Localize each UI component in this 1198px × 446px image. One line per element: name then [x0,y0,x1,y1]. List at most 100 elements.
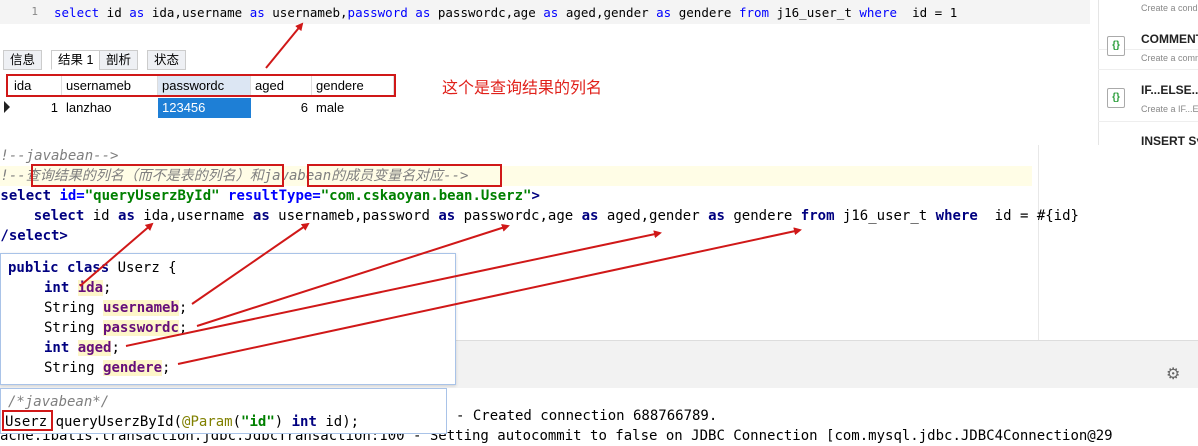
type: String [44,300,95,316]
semi: ; [178,320,188,336]
jk: where [935,208,978,224]
sql-frag: j16_user_t [769,5,860,20]
type: String [44,320,95,336]
code-line-select-sql: select id as ida,username as usernameb,p… [0,206,1079,226]
type: String [44,360,95,376]
annotation: @Param [182,414,233,430]
field-usernameb: String usernameb; [44,298,187,318]
cell-usernameb[interactable]: lanzhao [62,98,158,118]
cm: <!-- [0,168,26,184]
frag: ( [232,414,242,430]
attr: resultType= [219,188,321,204]
frag: id); [316,414,360,430]
cell-passwordc[interactable]: 123456 [158,98,251,118]
sql-editor[interactable]: 1 select id as ida,username as usernameb… [0,0,1090,46]
jk: int [291,414,317,430]
frag: ) [274,414,292,430]
jk: as [252,208,270,224]
snippet-sub: Create a IF...ELSE [1141,104,1198,114]
jk: select [0,208,85,224]
sql-frag: aged,gender [558,5,657,20]
jk: as [708,208,725,224]
sql-frag: gendere [671,5,739,20]
sql-frag: usernameb, [264,5,348,20]
editor-margin-line [1038,145,1039,340]
semi: ; [111,340,120,356]
frag: id = #{id} [977,208,1079,224]
cell-gendere[interactable]: male [312,98,394,118]
jk: class [67,260,110,276]
tab-info[interactable]: 信息 [3,50,43,70]
code-line-select-close: </select> [0,228,68,244]
code-line-select-open: <select id="queryUserzById" resultType="… [0,186,540,206]
field-gendere: String gendere; [44,358,170,378]
gear-icon[interactable]: ⚙ [1166,364,1180,384]
result-columns-highlight-box [31,164,284,187]
kw: as [415,5,431,20]
field-aged: int aged; [44,338,120,358]
snippet-title: IF...ELSE... [1141,83,1198,97]
frag: gendere [724,208,801,224]
jk: as [438,208,456,224]
tab-status[interactable]: 状态 [147,50,187,70]
kw: from [738,5,770,20]
str: "com.cskaoyan.bean.Userz" [320,188,532,204]
sql-frag: ida,username [144,5,250,20]
tab-profile[interactable]: 剖析 [99,50,139,70]
jk: public [8,260,59,276]
frag: id [84,208,119,224]
frag: j16_user_t [834,208,936,224]
cell-aged[interactable]: 6 [251,98,312,118]
fld: gendere [103,360,163,376]
frag: ida,username [134,208,253,224]
javabean-class-snippet: public class Userz { int ida; String use… [0,253,456,385]
tag: > [531,188,540,204]
fld: usernameb [103,300,179,316]
tab-result-1[interactable]: 结果 1 [51,50,101,70]
semi: ; [162,360,171,376]
kw: as [543,5,559,20]
jk: as [581,208,599,224]
kw: as [656,5,672,20]
kw: as [129,5,145,20]
frag: aged,gender [598,208,709,224]
fld: ida [77,280,104,296]
iface-comment: /*javabean*/ [8,394,110,410]
kw: as [249,5,265,20]
jk: int [44,280,70,296]
console-line: - Created connection 688766789. [456,408,718,424]
sql-frag: id = 1 [897,5,958,20]
column-names-highlight-box [6,74,396,97]
kw: password [347,5,408,20]
class-declaration: public class Userz { [8,258,177,278]
snippet-sub: Create a condition [1141,3,1198,13]
fld: passwordc [103,320,179,336]
sql-query-text[interactable]: select id as ida,username as usernameb,p… [54,5,957,20]
iface-method: Userz queryUserzById(@Param("id") int id… [5,412,359,432]
mapper-interface-snippet: /*javabean*/ Userz queryUserzById(@Param… [0,388,447,434]
semi: ; [103,280,112,296]
line-number: 1 [31,5,38,18]
field-passwordc: String passwordc; [44,318,187,338]
snippet-sub: Create a comm [1141,53,1198,63]
snippet-title: COMMENT [1141,32,1198,46]
jk: int [44,340,70,356]
snippet-brace-icon: {} [1107,36,1125,56]
jk: from [800,208,835,224]
kw: where [859,5,898,20]
tag: <select [0,188,52,204]
frag: passwordc,age [455,208,582,224]
str: "id" [241,414,275,430]
snippet-brace-icon: {} [1107,88,1125,108]
sql-frag: id [99,5,130,20]
javabean-fields-highlight-box [307,164,502,187]
attr: id= [51,188,85,204]
cell-ida[interactable]: 1 [10,98,62,118]
kw: select [54,5,100,20]
column-names-annotation: 这个是查询结果的列名 [442,80,603,97]
semi: ; [178,300,188,316]
str: "queryUserzById" [84,188,220,204]
frag: queryUserzById( [47,414,183,430]
frag: usernameb,password [269,208,439,224]
field-ida: int ida; [44,278,111,298]
